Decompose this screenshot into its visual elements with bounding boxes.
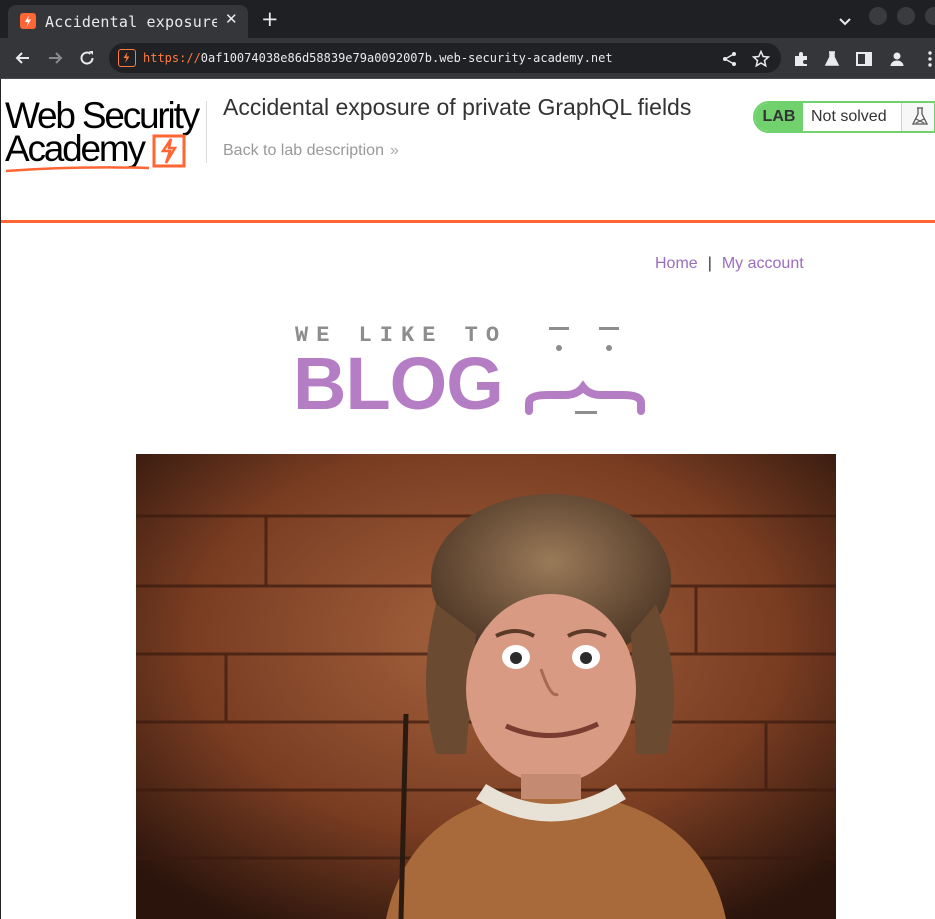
back-link-label: Back to lab description bbox=[223, 142, 384, 159]
profile-icon[interactable] bbox=[888, 50, 906, 68]
side-panel-icon[interactable] bbox=[855, 50, 873, 68]
person-photo-icon bbox=[136, 454, 836, 919]
status-text: Not solved bbox=[811, 108, 887, 125]
browser-tab[interactable]: Accidental exposure of private GraphQL f… bbox=[8, 5, 248, 38]
window-maximize-button[interactable] bbox=[897, 7, 915, 25]
blog-banner: WE LIKE TO BLOG bbox=[293, 323, 653, 425]
home-link[interactable]: Home bbox=[655, 255, 698, 272]
new-tab-icon[interactable]: + bbox=[261, 8, 279, 30]
logo-swoosh bbox=[5, 166, 150, 173]
header-divider bbox=[206, 101, 207, 163]
share-icon[interactable] bbox=[721, 50, 739, 68]
forward-arrow-icon[interactable] bbox=[45, 48, 65, 68]
chevron-right-icon: » bbox=[389, 142, 399, 159]
reload-icon[interactable] bbox=[77, 48, 97, 68]
web-security-academy-logo[interactable]: Web Security Academy bbox=[5, 97, 205, 177]
lab-title: Accidental exposure of private GraphQL f… bbox=[223, 94, 692, 120]
logo-bolt-icon bbox=[152, 134, 186, 168]
academy-header: Web Security Academy Accidental exposure… bbox=[1, 79, 935, 223]
top-nav: Home | My account bbox=[655, 255, 804, 273]
favicon-icon bbox=[20, 13, 36, 29]
my-account-link[interactable]: My account bbox=[722, 255, 804, 272]
address-bar[interactable]: https://0af10074038e86d58839e79a0092007b… bbox=[109, 43, 781, 73]
lab-status-widget: LAB Not solved bbox=[753, 101, 935, 133]
status-badge: LAB bbox=[755, 103, 803, 131]
banner-word: BLOG bbox=[293, 342, 504, 425]
window-minimize-button[interactable] bbox=[869, 7, 887, 25]
more-menu-icon[interactable] bbox=[921, 50, 935, 68]
back-arrow-icon[interactable] bbox=[13, 48, 33, 68]
window-close-button[interactable] bbox=[925, 7, 935, 25]
flask-icon bbox=[901, 103, 934, 131]
url-text: https://0af10074038e86d58839e79a0092007b… bbox=[143, 51, 613, 65]
browser-toolbar: https://0af10074038e86d58839e79a0092007b… bbox=[0, 38, 935, 79]
url-host: 0af10074038e86d58839e79a0092007b.web-sec… bbox=[200, 51, 613, 65]
browser-tab-bar: Accidental exposure of private GraphQL f… bbox=[0, 0, 935, 38]
bookmark-star-icon[interactable] bbox=[751, 49, 771, 68]
flask-icon[interactable] bbox=[823, 50, 841, 68]
logo-line2: Academy bbox=[5, 128, 146, 169]
url-scheme: https:// bbox=[143, 51, 201, 65]
page-content: Web Security Academy Accidental exposure… bbox=[0, 79, 935, 919]
tab-title: Accidental exposure of private GraphQL f… bbox=[45, 13, 217, 31]
extensions-icon[interactable] bbox=[792, 50, 810, 68]
blog-hero-image[interactable] bbox=[136, 454, 836, 919]
curly-brace-face-icon bbox=[525, 327, 645, 415]
tab-search-icon[interactable] bbox=[838, 14, 852, 32]
close-tab-icon[interactable]: ✕ bbox=[225, 10, 238, 28]
nav-separator: | bbox=[707, 255, 712, 272]
site-info-icon[interactable] bbox=[118, 49, 136, 67]
back-to-lab-link[interactable]: Back to lab description » bbox=[223, 142, 399, 160]
